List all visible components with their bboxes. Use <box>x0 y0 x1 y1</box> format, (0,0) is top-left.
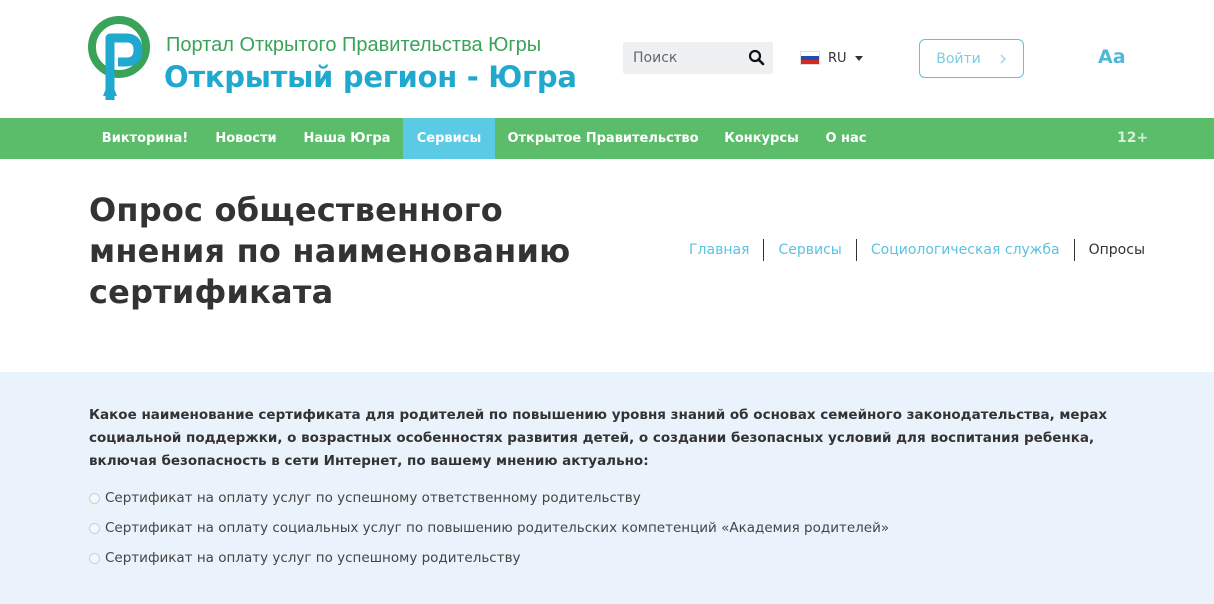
nav-item-quiz[interactable]: Викторина! <box>89 118 201 159</box>
nav-item-services[interactable]: Сервисы <box>403 118 495 159</box>
login-button[interactable]: Войти <box>919 39 1024 78</box>
site-header: Портал Открытого Правительства Югры Откр… <box>0 0 1214 118</box>
survey-section: Какое наименование сертификата для родит… <box>0 372 1214 604</box>
radio-button[interactable] <box>89 522 100 534</box>
survey-option-label: Сертификат на оплату услуг по успешному … <box>105 490 641 506</box>
portal-subtitle: Портал Открытого Правительства Югры <box>166 34 542 56</box>
breadcrumb-home[interactable]: Главная <box>689 242 763 258</box>
breadcrumb-services[interactable]: Сервисы <box>764 242 855 258</box>
language-code: RU <box>828 50 847 66</box>
breadcrumb: Главная Сервисы Социологическая служба О… <box>689 238 1145 262</box>
radio-button[interactable] <box>89 492 100 504</box>
breadcrumb-polls: Опросы <box>1088 242 1146 258</box>
survey-question: Какое наименование сертификата для родит… <box>89 407 1108 469</box>
chevron-right-icon <box>1000 53 1006 64</box>
nav-item-our-yugra[interactable]: Наша Югра <box>291 118 403 159</box>
age-rating-badge: 12+ <box>1117 130 1149 146</box>
survey-option-label: Сертификат на оплату услуг по успешному … <box>105 550 521 566</box>
radio-button[interactable] <box>89 552 100 564</box>
search-icon[interactable] <box>747 48 767 68</box>
language-selector[interactable]: RU <box>800 48 863 68</box>
nav-item-contests[interactable]: Конкурсы <box>711 118 812 159</box>
survey-option-label: Сертификат на оплату социальных услуг по… <box>105 520 890 536</box>
font-size-toggle[interactable]: Aa <box>1098 46 1126 68</box>
page-title: Опрос общественного мнения по наименован… <box>89 191 571 311</box>
survey-option[interactable]: Сертификат на оплату услуг по успешному … <box>89 547 521 569</box>
breadcrumb-sociological-service[interactable]: Социологическая служба <box>857 242 1074 258</box>
caret-down-icon <box>854 55 863 61</box>
survey-option[interactable]: Сертификат на оплату услуг по успешному … <box>89 487 641 509</box>
portal-title[interactable]: Открытый регион - Югра <box>164 60 577 94</box>
search-input[interactable] <box>623 42 741 74</box>
login-label: Войти <box>936 50 981 67</box>
nav-item-open-government[interactable]: Открытое Правительство <box>495 118 711 159</box>
search-box <box>623 42 773 74</box>
main-nav: Викторина! Новости Наша Югра Сервисы Отк… <box>0 118 1214 159</box>
russia-flag-icon <box>800 51 820 65</box>
nav-item-news[interactable]: Новости <box>201 118 291 159</box>
portal-logo-icon[interactable] <box>88 16 154 100</box>
survey-option[interactable]: Сертификат на оплату социальных услуг по… <box>89 517 889 539</box>
nav-item-about[interactable]: О нас <box>812 118 880 159</box>
